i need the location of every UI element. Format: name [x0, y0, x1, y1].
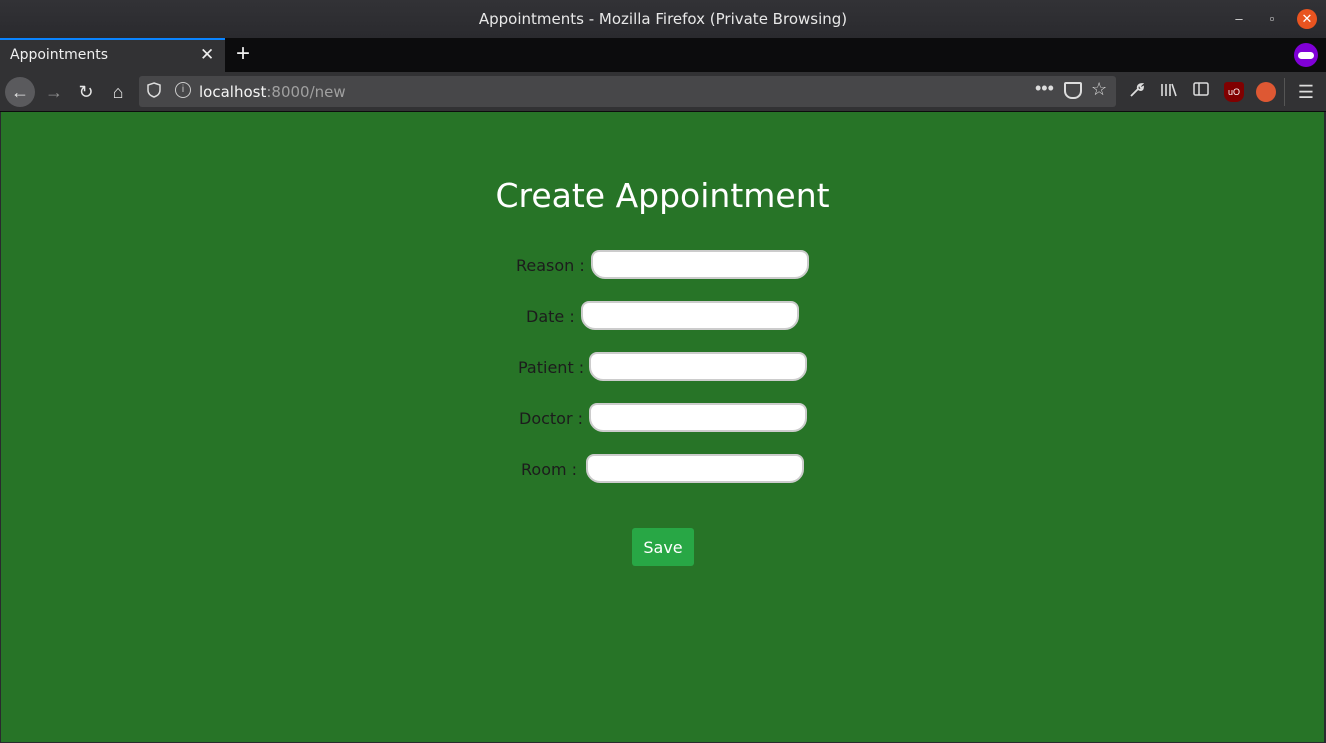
- library-icon[interactable]: [1159, 82, 1179, 102]
- patient-label: Patient :: [518, 358, 585, 377]
- private-browsing-icon: [1294, 43, 1318, 67]
- site-info-icon[interactable]: i: [175, 82, 191, 98]
- page-actions-icon[interactable]: •••: [1035, 78, 1054, 99]
- back-icon[interactable]: ←: [5, 77, 35, 107]
- reason-input[interactable]: [591, 250, 809, 279]
- bookmark-star-icon[interactable]: ☆: [1091, 79, 1107, 100]
- url-bar[interactable]: i localhost:8000/new ••• ☆: [139, 76, 1116, 107]
- url-path: :8000/new: [266, 83, 346, 101]
- tracking-shield-icon[interactable]: [147, 82, 161, 101]
- doctor-label: Doctor :: [519, 409, 584, 428]
- doctor-input[interactable]: [589, 403, 807, 432]
- hamburger-menu-icon[interactable]: ☰: [1296, 82, 1316, 102]
- tab-appointments[interactable]: Appointments ✕: [0, 38, 225, 72]
- tab-strip: Appointments ✕ +: [0, 38, 1326, 72]
- duckduckgo-icon[interactable]: [1256, 82, 1276, 102]
- pocket-icon[interactable]: [1064, 82, 1082, 99]
- save-button[interactable]: Save: [632, 528, 694, 566]
- minimize-icon[interactable]: –: [1229, 9, 1249, 29]
- reload-icon[interactable]: ↻: [71, 77, 101, 107]
- page-title: Create Appointment: [495, 176, 830, 215]
- url-text[interactable]: localhost:8000/new: [199, 83, 346, 101]
- toolbar-divider: [1284, 78, 1285, 106]
- tab-title: Appointments: [10, 47, 109, 63]
- sidebar-icon[interactable]: [1191, 82, 1211, 102]
- room-input[interactable]: [586, 454, 804, 483]
- date-label: Date :: [526, 307, 575, 326]
- close-window-icon[interactable]: ✕: [1297, 9, 1317, 29]
- new-tab-icon[interactable]: +: [232, 40, 254, 68]
- navigation-toolbar: ← → ↻ ⌂ i localhost:8000/new ••• ☆ uO ☰: [0, 72, 1326, 112]
- wrench-icon[interactable]: [1127, 82, 1147, 102]
- window-title: Appointments - Mozilla Firefox (Private …: [478, 10, 848, 28]
- window-titlebar: Appointments - Mozilla Firefox (Private …: [0, 0, 1326, 38]
- patient-input[interactable]: [589, 352, 807, 381]
- home-icon[interactable]: ⌂: [103, 77, 133, 107]
- page-content: Create Appointment Reason : Date : Patie…: [1, 112, 1324, 742]
- room-label: Room :: [521, 460, 578, 479]
- reason-label: Reason :: [516, 256, 585, 275]
- url-host: localhost: [199, 83, 267, 101]
- date-input[interactable]: [581, 301, 799, 330]
- close-tab-icon[interactable]: ✕: [200, 45, 214, 65]
- forward-icon[interactable]: →: [39, 77, 69, 107]
- ublock-origin-icon[interactable]: uO: [1224, 82, 1244, 102]
- maximize-icon[interactable]: ▫: [1262, 9, 1282, 29]
